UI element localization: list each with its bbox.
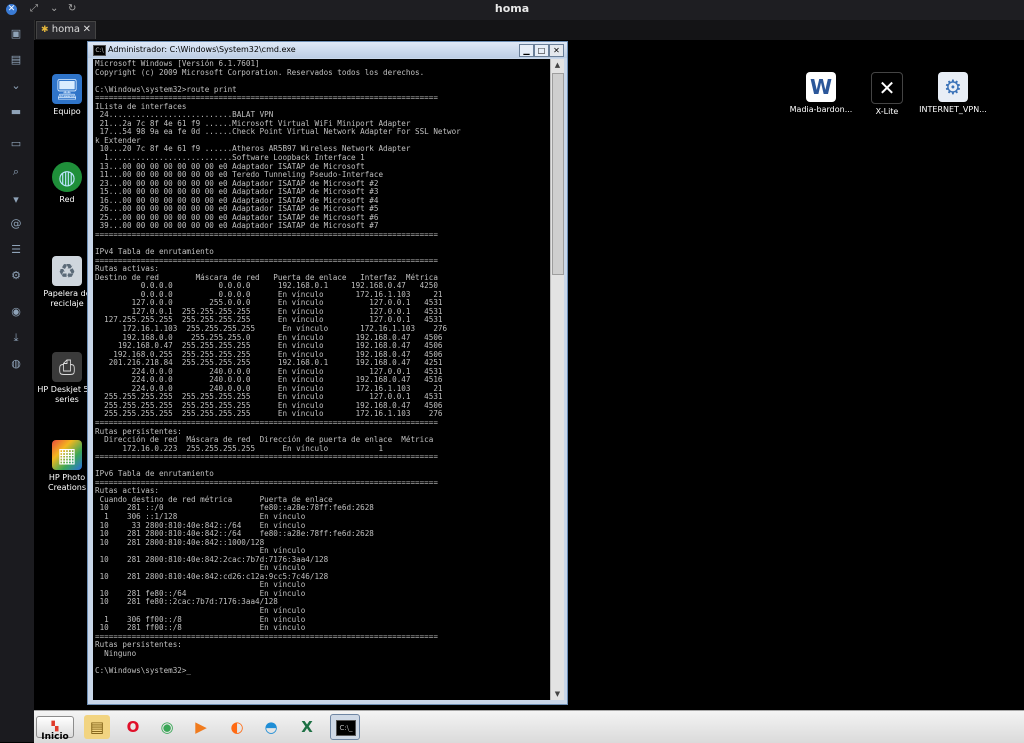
cmd-title-bar[interactable]: C:\ Administrador: C:\Windows\System32\c… <box>88 42 567 58</box>
tab-settings-icon: ✱ <box>41 25 49 35</box>
media-player-icon[interactable]: ▶ <box>188 715 214 739</box>
menu-icon[interactable]: ☰ <box>9 244 23 256</box>
gear-icon[interactable]: ⚙ <box>9 270 23 282</box>
tab-homa[interactable]: ✱ homa ✕ <box>36 21 96 39</box>
viewer-left-toolbar: ▣ ▤ ⌄ ▬ ▭ ⌕ ▾ @ ☰ ⚙ ◉ ⤓ ◍ <box>0 20 35 742</box>
scrollbar-thumb[interactable] <box>552 73 564 275</box>
computer-icon: 🖥 <box>52 74 82 104</box>
window-icon[interactable]: ▤ <box>9 54 23 66</box>
zoom-icon[interactable]: ⌕ <box>9 166 23 178</box>
globe-icon[interactable]: ◍ <box>9 358 23 370</box>
tab-label: homa <box>51 24 81 35</box>
chevron-down-icon[interactable]: ⌄ <box>9 80 23 92</box>
at-sign-icon[interactable]: @ <box>9 218 23 230</box>
viewer-title-bar: ✕ ⤢ ⌄ ↻ homa <box>0 0 1024 21</box>
tab-close-icon[interactable]: ✕ <box>83 24 91 35</box>
collapse-icon[interactable]: ▬ <box>9 106 23 118</box>
cmd-window-title: Administrador: C:\Windows\System32\cmd.e… <box>108 45 296 54</box>
opera-icon[interactable]: O <box>120 715 146 739</box>
display-icon[interactable]: ▭ <box>9 138 23 150</box>
download-icon[interactable]: ⤓ <box>9 332 23 344</box>
desktop-icon-internet-vpn[interactable]: ⚙ INTERNET_VPN... <box>918 72 988 115</box>
close-button[interactable]: ✕ <box>549 44 564 57</box>
desktop-icon-word-doc[interactable]: W Madia-bardon... <box>786 72 856 115</box>
maximize-button[interactable]: □ <box>534 44 549 57</box>
taskbar: ▚ Inicio ▤ O ◉ ▶ ◐ ◓ X C:\_ <box>34 710 1024 743</box>
file-explorer-icon[interactable]: ▤ <box>84 715 110 739</box>
scroll-up-icon[interactable]: ▲ <box>551 59 564 71</box>
taskbar-cmd-button[interactable]: C:\_ <box>330 714 360 740</box>
printer-icon: ⎙ <box>52 352 82 382</box>
console-text: Microsoft Windows [Versión 6.1.7601] Cop… <box>95 59 461 675</box>
minimize-button[interactable]: ▁ <box>519 44 534 57</box>
recycle-bin-icon: ♻ <box>52 256 82 286</box>
cmd-taskbar-icon: C:\_ <box>336 720 356 736</box>
cmd-window[interactable]: C:\ Administrador: C:\Windows\System32\c… <box>87 41 568 705</box>
console-vertical-scrollbar[interactable]: ▲ ▼ <box>550 59 564 700</box>
softphone-icon: ✕ <box>871 72 903 104</box>
word-document-icon: W <box>806 72 836 102</box>
photo-app-icon: ▦ <box>52 440 82 470</box>
console-output-area[interactable]: Microsoft Windows [Versión 6.1.7601] Cop… <box>93 59 550 700</box>
excel-icon[interactable]: X <box>294 715 320 739</box>
cmd-app-icon: C:\ <box>93 45 106 56</box>
edge-icon[interactable]: ◓ <box>258 715 284 739</box>
viewer-title: homa <box>494 2 530 15</box>
scroll-down-icon[interactable]: ▼ <box>551 688 564 700</box>
viewer-tab-bar: ✱ homa ✕ <box>0 20 1024 40</box>
screen-icon[interactable]: ▣ <box>9 28 23 40</box>
chrome-icon[interactable]: ◉ <box>154 715 180 739</box>
camera-icon[interactable]: ◉ <box>9 306 23 318</box>
start-button[interactable]: ▚ Inicio <box>36 716 74 742</box>
desktop-icon-xlite[interactable]: ✕ X-Lite <box>852 72 922 117</box>
dropdown-icon[interactable]: ▾ <box>9 194 23 206</box>
firefox-icon[interactable]: ◐ <box>224 715 250 739</box>
vpn-config-icon: ⚙ <box>938 72 968 102</box>
windows-logo-icon: ▚ <box>51 722 59 732</box>
network-globe-icon: ◍ <box>52 162 82 192</box>
